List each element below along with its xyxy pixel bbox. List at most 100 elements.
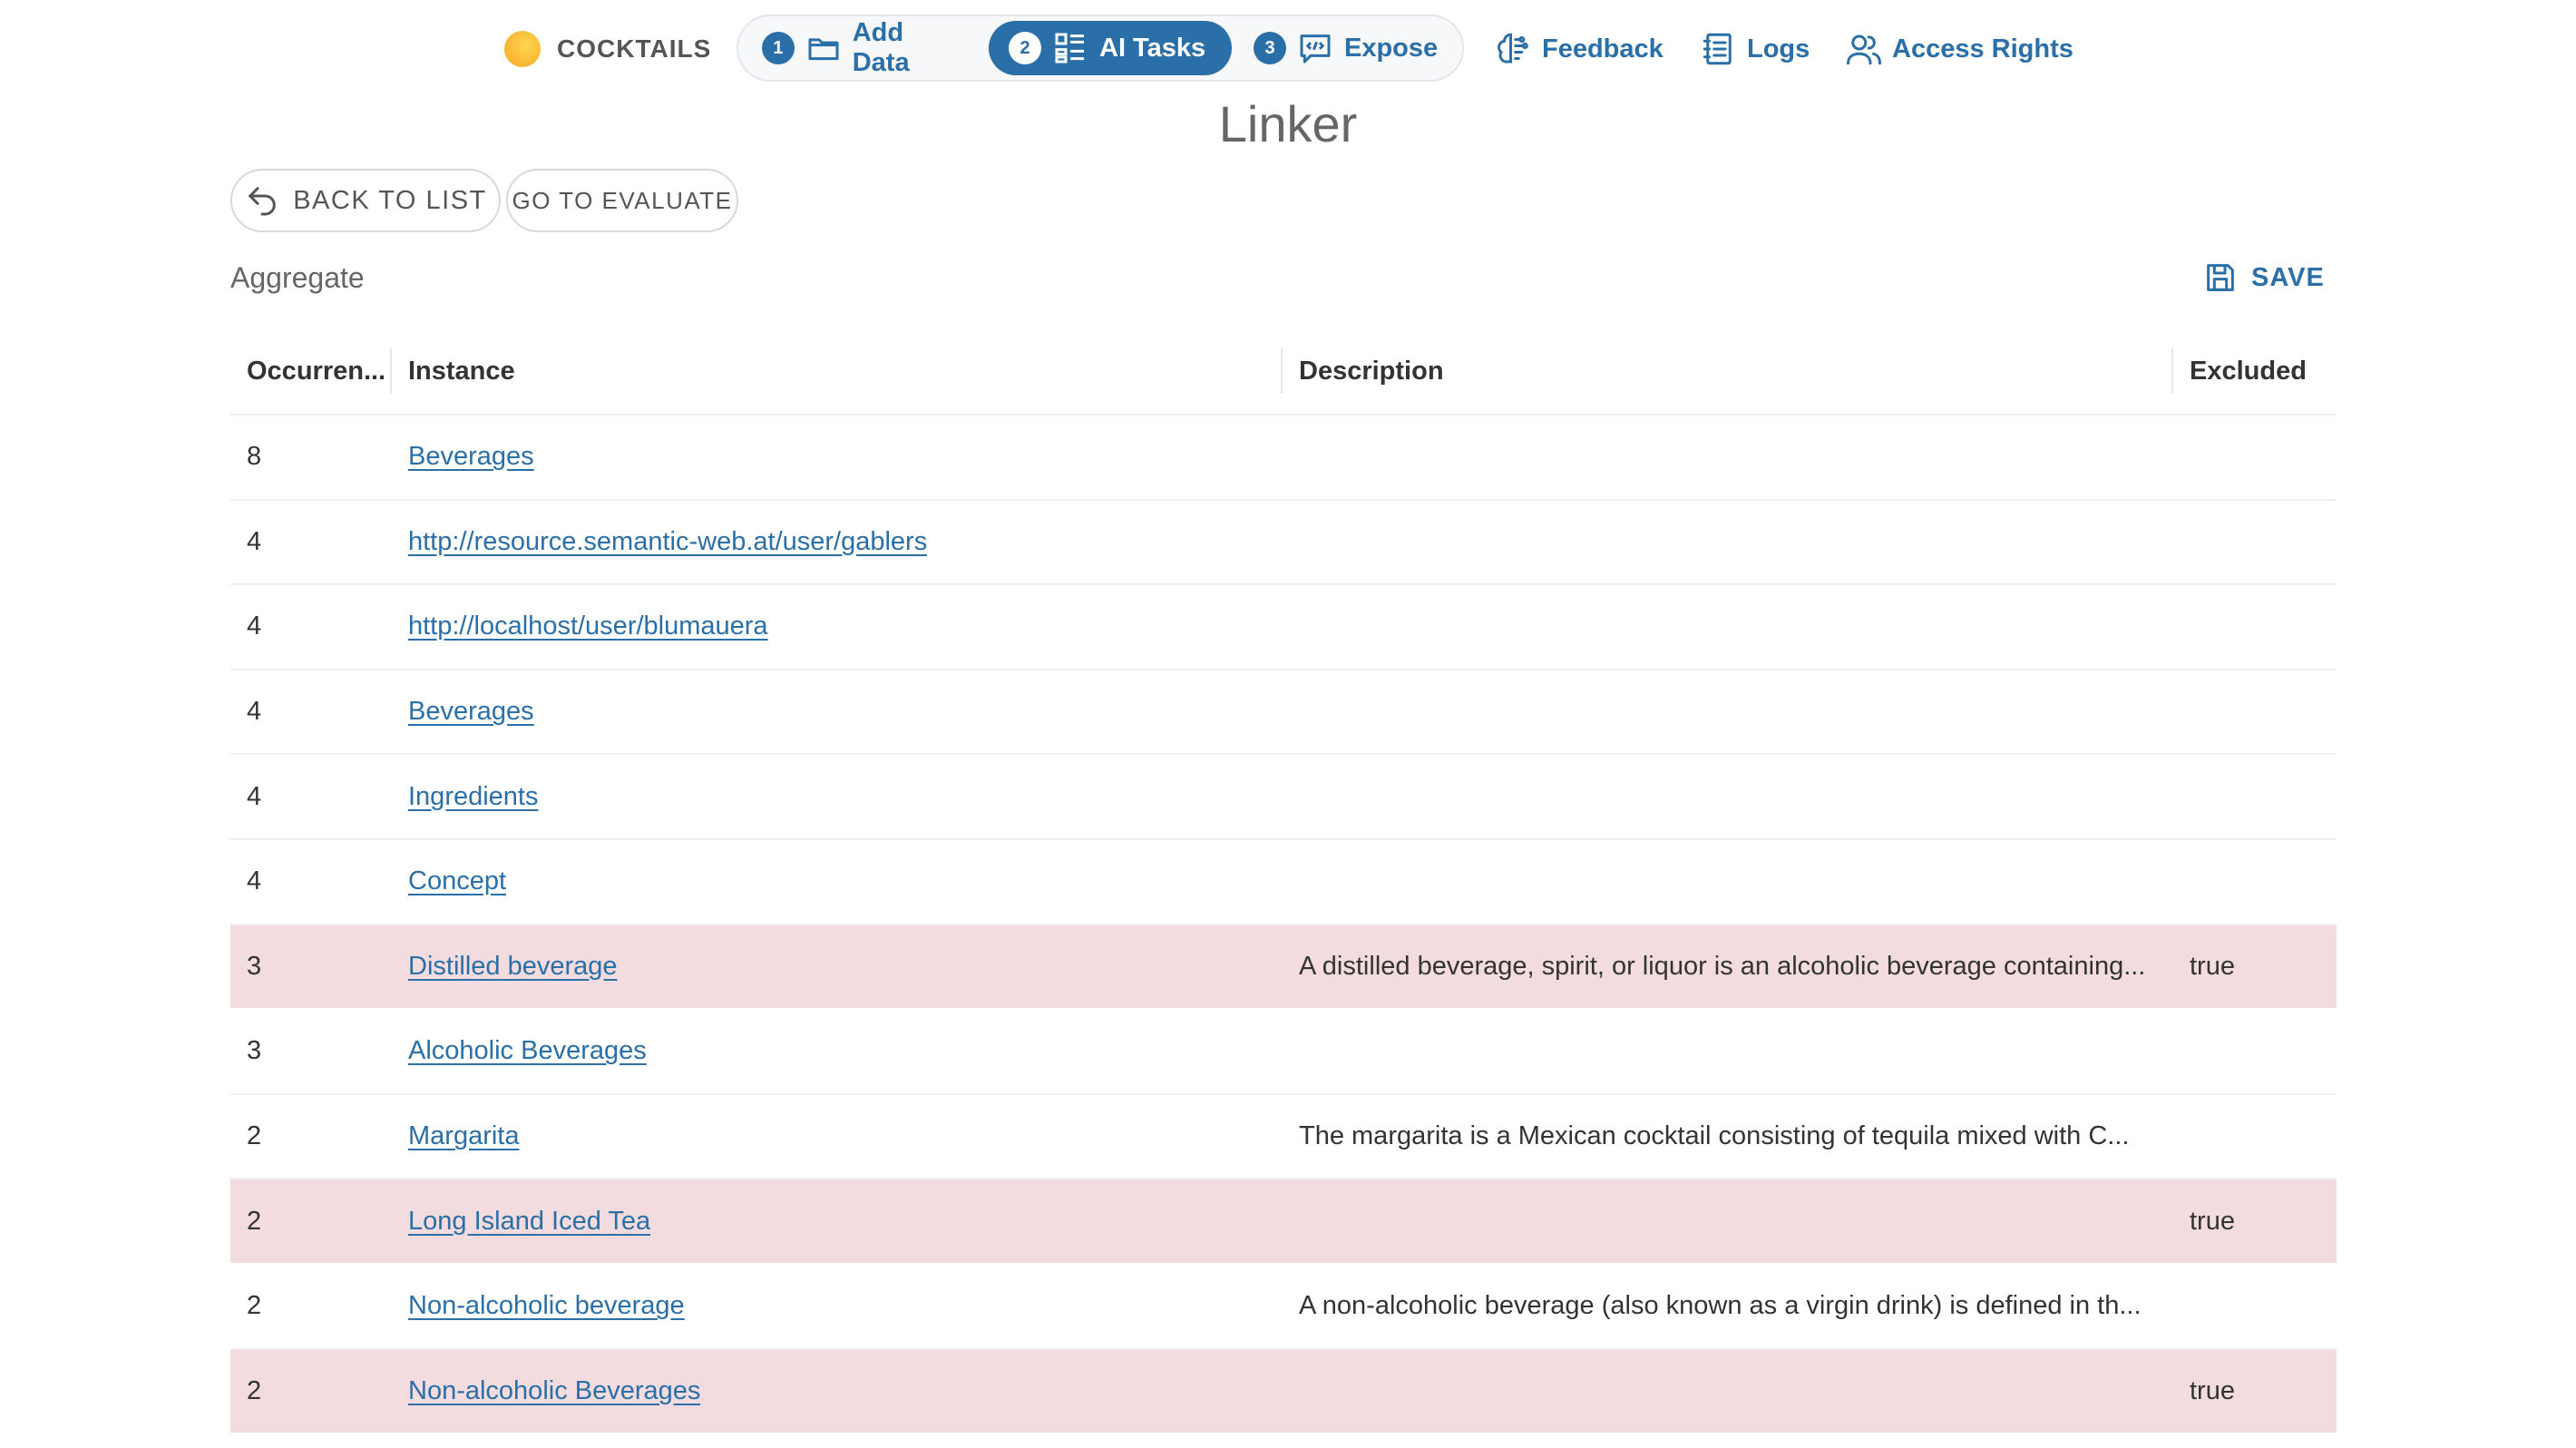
nav-feedback-label: Feedback: [1542, 34, 1664, 64]
workflow-stepper: 1 Add Data 2 AI Tasks 3 Expose: [737, 15, 1464, 82]
description-cell: [1283, 1350, 2153, 1433]
instance-cell: http://resource.semantic-web.at/user/gab…: [392, 501, 927, 584]
go-to-evaluate-label: GO TO EVALUATE: [512, 186, 733, 214]
instance-cell: Beverages: [392, 670, 534, 754]
table-body: 8 Beverages 4 http://resource.semantic-web.…: [230, 416, 2337, 1435]
instance-link[interactable]: Concept: [408, 866, 506, 896]
description-cell: [1283, 1179, 2153, 1263]
table-row[interactable]: 3 Alcoholic Beverages: [230, 1010, 2337, 1095]
step-expose[interactable]: 3 Expose: [1234, 21, 1459, 75]
occurrences-cell: 4: [247, 526, 262, 556]
occurrences-cell: 4: [247, 611, 262, 641]
project-name: COCKTAILS: [557, 34, 712, 63]
brain-icon: [1498, 33, 1528, 64]
instance-cell: Concept: [392, 840, 506, 924]
users-icon: [1847, 34, 1881, 65]
instance-link[interactable]: Alcoholic Beverages: [408, 1036, 647, 1066]
occurrences-cell: 2: [247, 1375, 262, 1405]
back-to-list-button[interactable]: BACK TO LIST: [230, 169, 501, 232]
nav-logs[interactable]: Logs: [1700, 27, 1810, 71]
table-row[interactable]: 2 Non-alcoholic beverage A non-alcoholic b…: [230, 1265, 2337, 1350]
table-row[interactable]: 4 Beverages: [230, 670, 2337, 756]
excluded-cell: true: [2190, 1206, 2235, 1236]
instance-cell: Margarita: [392, 1095, 520, 1179]
table-row[interactable]: 2 Margarita The margarita is a Mexican coc…: [230, 1095, 2337, 1180]
save-button[interactable]: SAVE: [2202, 258, 2325, 298]
occurrences-cell: 2: [247, 1121, 262, 1151]
excluded-cell: [2173, 416, 2190, 499]
project-color-icon: [504, 31, 541, 67]
step-number: 1: [762, 32, 795, 64]
table-row[interactable]: 2 Long Island Iced Tea true: [230, 1179, 2337, 1265]
instance-link[interactable]: Non-alcoholic beverage: [408, 1291, 685, 1321]
description-cell: [1283, 670, 2153, 754]
description-cell: [1283, 501, 2153, 584]
column-divider[interactable]: [390, 348, 392, 394]
column-header-description[interactable]: Description: [1281, 327, 2173, 416]
project-selector[interactable]: COCKTAILS: [504, 27, 711, 71]
folder-icon: [805, 30, 842, 66]
step-add-data[interactable]: 1 Add Data: [742, 18, 987, 77]
nav-logs-label: Logs: [1747, 34, 1810, 64]
step-label: AI Tasks: [1099, 33, 1206, 63]
excluded-cell: [2173, 840, 2190, 924]
nav-feedback[interactable]: Feedback: [1495, 27, 1664, 71]
excluded-cell: [2173, 1010, 2190, 1093]
column-header-excluded[interactable]: Excluded: [2171, 327, 2337, 416]
description-text: A non-alcoholic beverage (also known as …: [1299, 1291, 2142, 1321]
instance-cell: Distilled beverage: [392, 925, 618, 1009]
occurrences-cell: 3: [247, 1036, 262, 1066]
table-row[interactable]: 2 Non-alcoholic Beverages true: [230, 1349, 2337, 1435]
excluded-cell: [2173, 501, 2190, 584]
instance-link[interactable]: http://resource.semantic-web.at/user/gab…: [408, 527, 927, 557]
column-header-occurrences[interactable]: Occurren...: [230, 327, 392, 416]
table-row[interactable]: 3 Distilled beverage A distilled beverage,…: [230, 925, 2337, 1011]
top-navigation: COCKTAILS 1 Add Data 2 AI Tasks 3 Expose…: [0, 13, 2576, 85]
table-row[interactable]: 4 Concept: [230, 840, 2337, 925]
column-divider[interactable]: [1281, 348, 1283, 394]
instance-link[interactable]: Long Island Iced Tea: [408, 1207, 650, 1237]
excluded-cell: [2173, 1095, 2190, 1179]
step-number: 3: [1254, 32, 1286, 64]
instance-link[interactable]: Ingredients: [408, 782, 539, 812]
excluded-cell: [2173, 585, 2190, 669]
description-cell: A non-alcoholic beverage (also known as …: [1283, 1265, 2153, 1348]
occurrences-cell: 4: [247, 697, 262, 727]
instance-link[interactable]: http://localhost/user/blumauera: [408, 611, 768, 641]
column-header-instance[interactable]: Instance: [390, 327, 1283, 416]
instance-link[interactable]: Beverages: [408, 442, 534, 472]
excluded-cell: true: [2190, 1375, 2235, 1405]
column-divider[interactable]: [2171, 348, 2173, 394]
description-cell: The margarita is a Mexican cocktail cons…: [1283, 1095, 2153, 1179]
table-row[interactable]: 4 http://resource.semantic-web.at/user/ga…: [230, 501, 2337, 586]
table-row[interactable]: 8 Beverages: [230, 416, 2337, 501]
grid-list-icon: [1052, 30, 1088, 66]
description-cell: [1283, 755, 2153, 838]
description-cell: A distilled beverage, spirit, or liquor …: [1283, 925, 2153, 1009]
instance-link[interactable]: Non-alcoholic Beverages: [408, 1376, 700, 1406]
notebook-icon: [1703, 33, 1732, 65]
instance-link[interactable]: Beverages: [408, 697, 534, 727]
column-header-label: Description: [1299, 356, 1444, 386]
step-label: Add Data: [852, 18, 910, 77]
instance-link[interactable]: Margarita: [408, 1121, 520, 1151]
occurrences-cell: 2: [247, 1291, 262, 1321]
description-cell: [1283, 416, 2153, 499]
excluded-cell: [2173, 755, 2190, 838]
go-to-evaluate-button[interactable]: GO TO EVALUATE: [506, 169, 738, 232]
section-label: Aggregate: [230, 261, 365, 294]
excluded-cell: [2173, 670, 2190, 754]
table-row[interactable]: 4 Ingredients: [230, 755, 2337, 840]
instance-cell: Ingredients: [392, 755, 539, 838]
back-to-list-label: BACK TO LIST: [293, 185, 487, 215]
excluded-cell: true: [2190, 951, 2235, 981]
description-text: A distilled beverage, spirit, or liquor …: [1299, 951, 2146, 981]
occurrences-cell: 4: [247, 866, 262, 896]
page-title: Linker: [1218, 95, 1358, 152]
occurrences-cell: 2: [247, 1206, 262, 1236]
step-ai-tasks[interactable]: 2 AI Tasks: [989, 21, 1232, 75]
table-row[interactable]: 4 http://localhost/user/blumauera: [230, 585, 2337, 670]
instance-link[interactable]: Distilled beverage: [408, 952, 618, 982]
nav-access-rights[interactable]: Access Rights: [1845, 27, 2073, 71]
undo-arrow-icon: [249, 187, 277, 216]
